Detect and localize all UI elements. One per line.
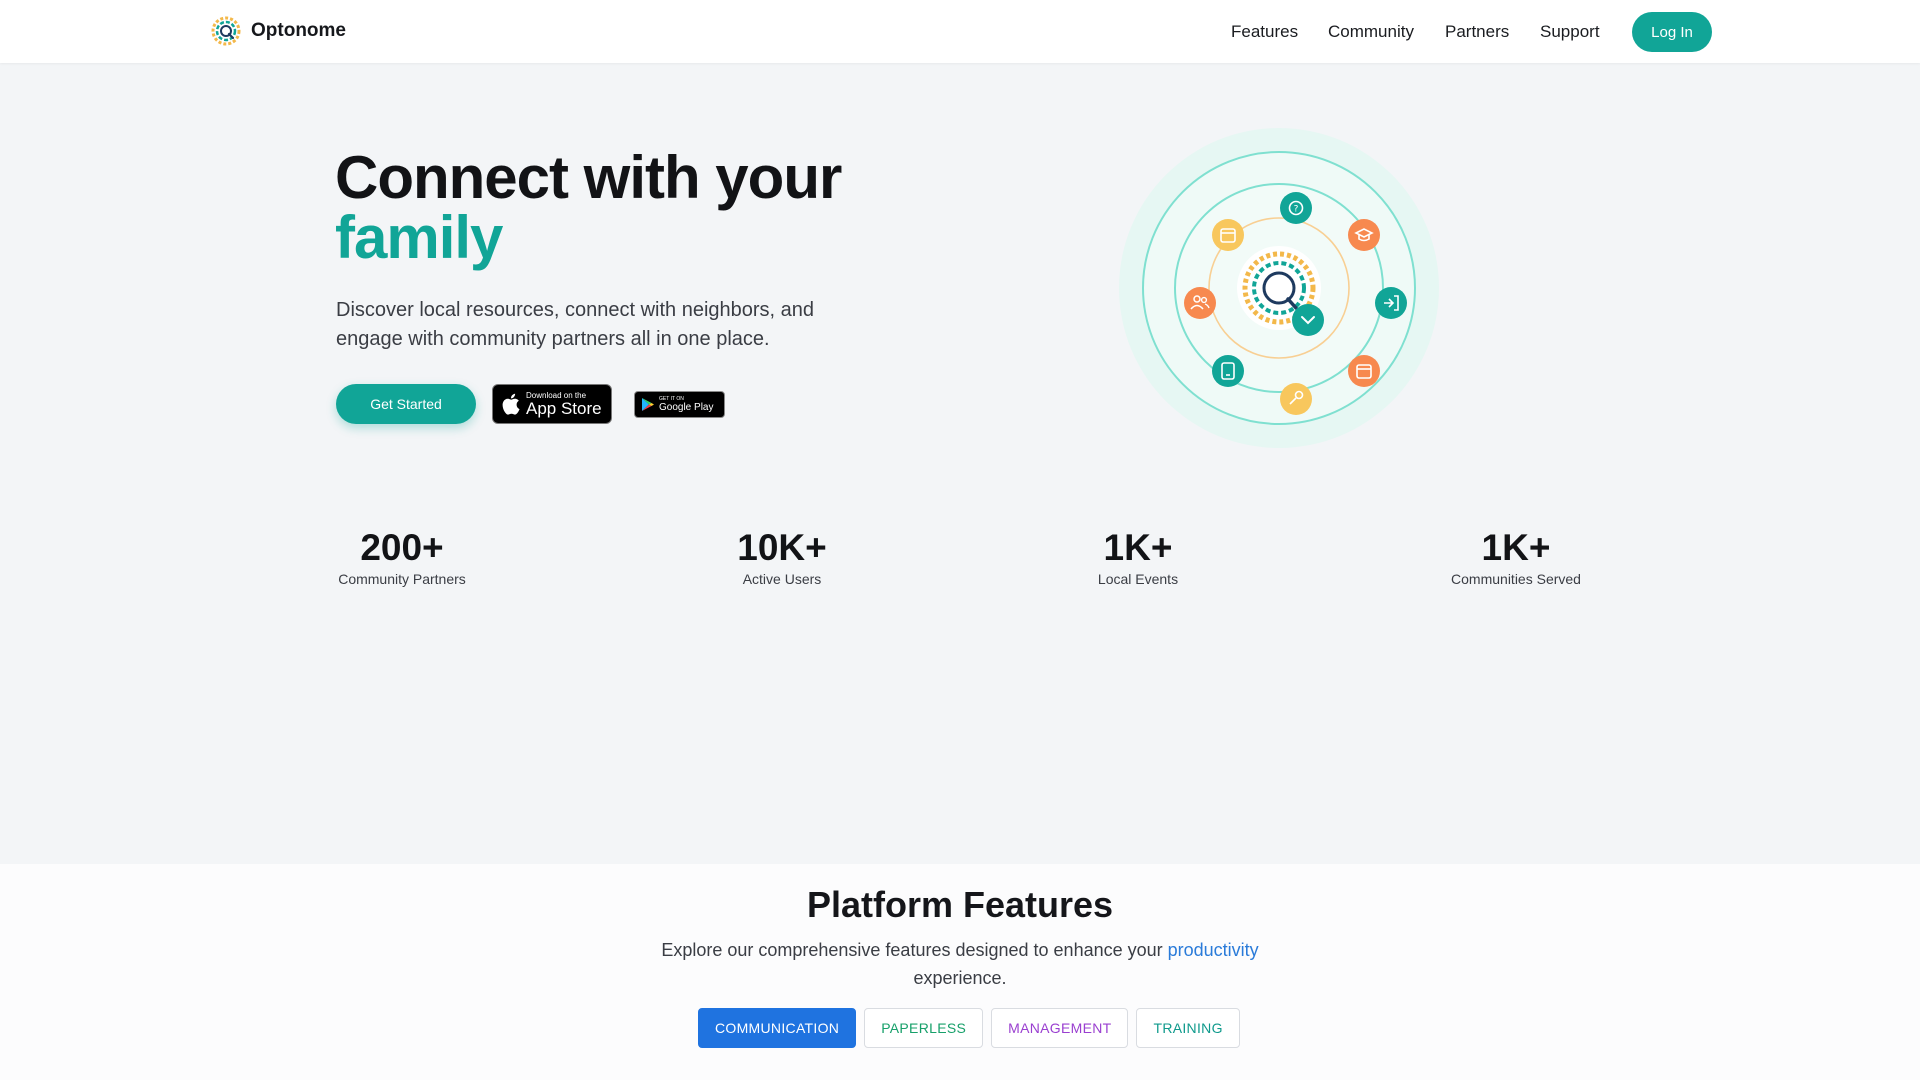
stat-value: 1K+ bbox=[1103, 527, 1173, 568]
help-icon: ? bbox=[1280, 192, 1312, 224]
app-store-badge[interactable]: Download on the App Store bbox=[492, 384, 612, 424]
google-play-big: Google Play bbox=[659, 402, 714, 413]
top-navbar: Optonome Features Community Partners Sup… bbox=[0, 0, 1920, 63]
svg-text:?: ? bbox=[1294, 205, 1299, 215]
stat-active-users: 10K+ Active Users bbox=[722, 526, 842, 588]
hero-title-accent: family bbox=[335, 204, 503, 271]
stat-value: 200+ bbox=[360, 527, 444, 568]
hero-title-line: Connect with your bbox=[335, 144, 842, 211]
tab-management[interactable]: MANAGEMENT bbox=[991, 1008, 1129, 1048]
stat-communities-served: 1K+ Communities Served bbox=[1440, 526, 1592, 588]
stat-label: Community Partners bbox=[338, 571, 466, 587]
brand[interactable]: Optonome bbox=[210, 15, 346, 47]
features-subtitle-after: experience. bbox=[913, 968, 1007, 988]
features-subtitle-before: Explore our comprehensive features desig… bbox=[661, 940, 1168, 960]
tablet-icon bbox=[1212, 355, 1244, 387]
stat-value: 1K+ bbox=[1481, 527, 1551, 568]
chevron-down-icon[interactable] bbox=[1292, 304, 1324, 336]
login-arrow-icon bbox=[1375, 287, 1407, 319]
feature-tabs: COMMUNICATION PAPERLESS MANAGEMENT TRAIN… bbox=[698, 1008, 1240, 1048]
calendar-icon bbox=[1212, 219, 1244, 251]
tab-communication[interactable]: COMMUNICATION bbox=[698, 1008, 857, 1048]
apple-icon bbox=[502, 393, 520, 415]
nav-partners[interactable]: Partners bbox=[1445, 22, 1509, 42]
stat-community-partners: 200+ Community Partners bbox=[336, 526, 468, 588]
stat-value: 10K+ bbox=[737, 527, 827, 568]
stat-label: Communities Served bbox=[1451, 571, 1581, 587]
get-started-button[interactable]: Get Started bbox=[336, 384, 476, 424]
app-store-text: Download on the App Store bbox=[526, 391, 602, 418]
stat-label: Active Users bbox=[742, 571, 822, 587]
users-icon bbox=[1184, 287, 1216, 319]
features-subtitle: Explore our comprehensive features desig… bbox=[650, 936, 1270, 992]
calendar-icon bbox=[1348, 355, 1380, 387]
productivity-link[interactable]: productivity bbox=[1168, 940, 1259, 960]
app-store-big: App Store bbox=[526, 398, 602, 418]
stat-label: Local Events bbox=[1097, 571, 1179, 587]
optonome-logo-icon bbox=[211, 16, 241, 46]
login-button[interactable]: Log In bbox=[1632, 12, 1712, 52]
community-orbit-graphic: ? bbox=[1119, 128, 1439, 448]
platform-features-section: Platform Features Explore our comprehens… bbox=[0, 864, 1920, 1080]
hero-subtitle: Discover local resources, connect with n… bbox=[336, 299, 815, 350]
google-play-text: GET IT ON Google Play bbox=[659, 396, 713, 413]
hero-title: Connect with your family bbox=[335, 148, 842, 271]
features-title: Platform Features bbox=[806, 884, 1114, 925]
nav-features[interactable]: Features bbox=[1231, 22, 1298, 42]
stat-local-events: 1K+ Local Events bbox=[1078, 526, 1198, 588]
tab-training[interactable]: TRAINING bbox=[1136, 1008, 1240, 1048]
key-icon bbox=[1280, 383, 1312, 415]
brand-name: Optonome bbox=[251, 20, 346, 41]
graduation-cap-icon bbox=[1348, 219, 1380, 251]
google-play-icon bbox=[642, 398, 654, 411]
nav-support[interactable]: Support bbox=[1540, 22, 1600, 42]
tab-paperless[interactable]: PAPERLESS bbox=[864, 1008, 984, 1048]
google-play-badge[interactable]: GET IT ON Google Play bbox=[634, 391, 725, 418]
nav-community[interactable]: Community bbox=[1328, 22, 1414, 42]
